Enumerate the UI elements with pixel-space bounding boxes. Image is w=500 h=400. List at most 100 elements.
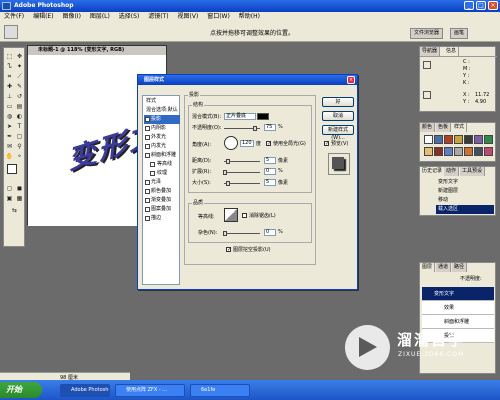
size-field[interactable]: 5 bbox=[264, 179, 276, 186]
style-item-inner-glow[interactable]: 内发光 bbox=[144, 142, 180, 151]
angle-dial[interactable] bbox=[224, 136, 238, 150]
checkbox-icon[interactable] bbox=[145, 153, 150, 158]
history-item-selected[interactable]: 载入选区 bbox=[436, 205, 494, 214]
crop-tool-icon[interactable]: ⌗ bbox=[5, 72, 14, 81]
angle-field[interactable]: 120 bbox=[240, 140, 254, 147]
layer-effects-row[interactable]: 效果 bbox=[422, 301, 494, 315]
menu-filter[interactable]: 滤镜(T) bbox=[148, 12, 168, 22]
style-swatch[interactable] bbox=[434, 147, 443, 156]
tab-info[interactable]: 信息 bbox=[444, 47, 460, 56]
task-photoshop[interactable]: Adobe Photoshop bbox=[60, 384, 110, 397]
style-swatch[interactable] bbox=[464, 147, 473, 156]
spread-slider[interactable] bbox=[224, 172, 260, 173]
menu-layer[interactable]: 图层(L) bbox=[90, 12, 110, 22]
opacity-field[interactable]: 75 bbox=[264, 124, 276, 131]
knockout-checkbox[interactable]: ✓ bbox=[226, 247, 231, 253]
stamp-tool-icon[interactable]: ⊥ bbox=[5, 92, 14, 101]
blur-tool-icon[interactable]: ◍ bbox=[5, 112, 14, 121]
menu-file[interactable]: 文件(F) bbox=[4, 12, 24, 22]
blend-mode-select[interactable]: 正片叠底 bbox=[224, 113, 256, 120]
style-swatch[interactable] bbox=[434, 135, 443, 144]
dialog-close-button[interactable]: × bbox=[347, 76, 355, 84]
brush-tool-icon[interactable]: ✎ bbox=[15, 82, 24, 91]
document-title[interactable]: 未标题-1 @ 118% (变形文字, RGB) bbox=[28, 46, 166, 55]
healing-brush-icon[interactable]: ✚ bbox=[5, 82, 14, 91]
menu-edit[interactable]: 编辑(E) bbox=[33, 12, 53, 22]
menu-help[interactable]: 帮助(H) bbox=[239, 12, 260, 22]
style-swatch[interactable] bbox=[474, 135, 483, 144]
tab-swatches[interactable]: 色板 bbox=[436, 123, 452, 132]
history-item[interactable]: 变形文字 bbox=[436, 178, 494, 187]
eraser-tool-icon[interactable]: ▭ bbox=[5, 102, 14, 111]
style-item-bevel-emboss[interactable]: 斜面和浮雕 bbox=[144, 151, 180, 160]
style-swatch[interactable] bbox=[464, 135, 473, 144]
fullscreen-mode-icon[interactable]: ▦ bbox=[15, 194, 24, 203]
history-brush-icon[interactable]: ↺ bbox=[15, 92, 24, 101]
minimize-button[interactable]: _ bbox=[464, 1, 474, 10]
style-swatch[interactable] bbox=[444, 135, 453, 144]
layer-row-selected[interactable]: 变形文字 bbox=[422, 287, 494, 301]
style-swatch[interactable] bbox=[474, 147, 483, 156]
start-button[interactable]: 开始 bbox=[0, 382, 42, 398]
distance-field[interactable]: 5 bbox=[264, 157, 276, 164]
task-window-2[interactable]: 使用点阵 ZFX - ... bbox=[115, 384, 185, 397]
style-item-drop-shadow[interactable]: 投影 bbox=[144, 115, 180, 124]
style-item-stroke[interactable]: 描边 bbox=[144, 214, 180, 223]
checkbox-icon[interactable] bbox=[145, 207, 150, 212]
tab-history[interactable]: 历史记录 bbox=[420, 167, 446, 176]
shape-tool-icon[interactable]: ▢ bbox=[15, 132, 24, 141]
zoom-tool-icon[interactable]: ⚬ bbox=[15, 152, 24, 161]
standard-mode-icon[interactable]: ◻ bbox=[5, 184, 14, 193]
eyedropper-icon[interactable]: ⚲ bbox=[15, 142, 24, 151]
move-tool-icon[interactable]: ✥ bbox=[15, 52, 24, 61]
cancel-button[interactable]: 取消 bbox=[322, 111, 354, 121]
imageready-icon[interactable]: ⇆ bbox=[10, 206, 19, 215]
slice-tool-icon[interactable]: ⟋ bbox=[15, 72, 24, 81]
pen-tool-icon[interactable]: ✒ bbox=[5, 132, 14, 141]
preview-checkbox[interactable]: ✓ bbox=[324, 141, 329, 147]
magic-wand-icon[interactable]: ✦ bbox=[15, 62, 24, 71]
history-item[interactable]: 移动 bbox=[436, 196, 494, 205]
noise-slider[interactable] bbox=[224, 233, 260, 234]
tab-layers[interactable]: 图层 bbox=[420, 263, 436, 272]
opacity-slider-handle[interactable] bbox=[253, 126, 257, 131]
dodge-tool-icon[interactable]: ◐ bbox=[15, 112, 24, 121]
checkbox-icon[interactable] bbox=[145, 216, 150, 221]
contour-preview[interactable] bbox=[224, 208, 238, 222]
checkbox-icon[interactable] bbox=[145, 180, 150, 185]
menu-select[interactable]: 选择(S) bbox=[119, 12, 140, 22]
task-window-3[interactable]: 6e1fe bbox=[190, 384, 250, 397]
tab-file-browser[interactable]: 文件浏览器 bbox=[410, 28, 444, 39]
notes-tool-icon[interactable]: ✉ bbox=[5, 142, 14, 151]
checkbox-icon[interactable] bbox=[145, 135, 150, 140]
style-item-gradient-overlay[interactable]: 渐变叠加 bbox=[144, 196, 180, 205]
antialias-checkbox[interactable] bbox=[242, 213, 247, 218]
tab-channels[interactable]: 通道 bbox=[436, 263, 452, 272]
size-slider-handle[interactable] bbox=[226, 181, 230, 186]
style-item-color-overlay[interactable]: 颜色叠加 bbox=[144, 187, 180, 196]
style-swatch[interactable] bbox=[454, 147, 463, 156]
distance-slider-handle[interactable] bbox=[226, 159, 230, 164]
style-item-texture[interactable]: 纹理 bbox=[144, 169, 180, 178]
style-swatch[interactable] bbox=[424, 135, 433, 144]
tab-styles[interactable]: 样式 bbox=[452, 123, 468, 132]
quickmask-mode-icon[interactable]: ◼ bbox=[15, 184, 24, 193]
lasso-tool-icon[interactable]: ᔐ bbox=[5, 62, 14, 71]
style-item-styles[interactable]: 样式 bbox=[144, 97, 180, 106]
checkbox-icon[interactable] bbox=[145, 117, 150, 122]
style-swatch[interactable] bbox=[424, 147, 433, 156]
tab-color[interactable]: 颜色 bbox=[420, 123, 436, 132]
style-item-satin[interactable]: 光泽 bbox=[144, 178, 180, 187]
menu-view[interactable]: 视图(V) bbox=[178, 12, 199, 22]
style-swatch[interactable] bbox=[444, 147, 453, 156]
new-style-button[interactable]: 新建样式(W)... bbox=[322, 125, 354, 141]
checkbox-icon[interactable] bbox=[145, 198, 150, 203]
tab-actions[interactable]: 动作 bbox=[444, 167, 460, 176]
maximize-button[interactable]: □ bbox=[476, 1, 486, 10]
gradient-tool-icon[interactable]: ▤ bbox=[15, 102, 24, 111]
checkbox-icon[interactable] bbox=[145, 144, 150, 149]
global-light-checkbox[interactable]: ✓ bbox=[266, 141, 271, 147]
style-item-inner-shadow[interactable]: 内阴影 bbox=[144, 124, 180, 133]
style-swatch[interactable] bbox=[484, 135, 493, 144]
menu-window[interactable]: 窗口(W) bbox=[207, 12, 230, 22]
